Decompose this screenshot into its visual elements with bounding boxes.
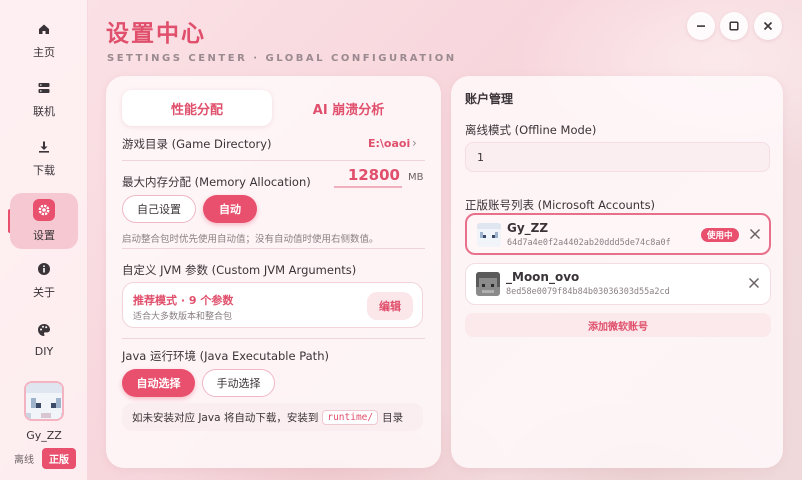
tab-ai-crash-analysis[interactable]: AI 崩溃分析 — [272, 90, 425, 126]
account-name: _Moon_ovo — [506, 270, 580, 284]
section-title: 账户管理 — [465, 92, 514, 106]
offline-name-input[interactable]: 1 — [465, 142, 770, 172]
sidebar-item-label: 下载 — [33, 164, 55, 177]
divider — [122, 338, 425, 339]
memory-input[interactable]: 12800 — [334, 166, 402, 188]
server-icon — [35, 79, 53, 97]
game-directory-label: 游戏目录 (Game Directory) — [122, 137, 272, 151]
maximize-icon — [729, 21, 739, 31]
sidebar-item-multiplayer[interactable]: 联机 — [10, 71, 78, 127]
account-item[interactable]: Gy_ZZ 64d7a4e0f2a4402ab20ddd5de74c8a0f 使… — [465, 213, 771, 255]
jvm-args-card: 推荐模式 · 9 个参数 适合大多数版本和整合包 编辑 — [122, 282, 423, 328]
remove-account-icon[interactable] — [746, 275, 762, 291]
maximize-button[interactable] — [720, 12, 748, 40]
offline-mode-label: 离线模式 (Offline Mode) — [465, 123, 597, 137]
sidebar-item-download[interactable]: 下载 — [10, 130, 78, 186]
tab-bar: 性能分配 AI 崩溃分析 — [122, 90, 425, 126]
home-icon — [35, 20, 53, 38]
remove-account-icon[interactable] — [747, 226, 763, 242]
minimize-icon — [697, 25, 705, 27]
minimize-button[interactable] — [687, 12, 715, 40]
sidebar-item-diy[interactable]: DIY — [10, 311, 78, 367]
info-icon — [35, 260, 53, 278]
tab-performance[interactable]: 性能分配 — [122, 90, 272, 126]
memory-hint: 启动整合包时优先使用自动值；没有自动值时使用右侧数值。 — [122, 234, 379, 245]
in-use-badge: 使用中 — [701, 228, 739, 242]
add-microsoft-account-button[interactable]: 添加微软账号 — [465, 313, 771, 337]
sidebar-item-label: 设置 — [33, 229, 55, 242]
gear-icon — [33, 199, 55, 221]
java-note-suffix: 目录 — [382, 411, 404, 424]
account-name: Gy_ZZ — [507, 221, 549, 235]
java-note: 如未安装对应 Java 将自动下载，安装到 runtime/ 目录 — [122, 403, 423, 431]
jvm-description: 适合大多数版本和整合包 — [133, 312, 233, 322]
sidebar-item-home[interactable]: 主页 — [10, 12, 78, 68]
account-mode-switch: 离线 正版 — [14, 448, 76, 469]
divider — [122, 248, 425, 249]
sidebar-item-label: 主页 — [33, 46, 55, 59]
account-uuid: 8ed58e0079f84b84b03036303d55a2cd — [506, 287, 670, 297]
avatar[interactable] — [24, 381, 64, 421]
memory-custom-button[interactable]: 自己设置 — [122, 195, 196, 223]
ms-accounts-label: 正版账号列表 (Microsoft Accounts) — [465, 198, 656, 212]
memory-unit: MB — [408, 172, 424, 183]
page-subtitle: SETTINGS CENTER · GLOBAL CONFIGURATION — [107, 53, 457, 64]
download-icon — [35, 138, 53, 156]
account-avatar — [476, 272, 500, 296]
game-directory-value[interactable]: E:\oaoi — [368, 137, 410, 150]
memory-label: 最大内存分配 (Memory Allocation) — [122, 175, 311, 189]
sidebar: 主页 联机 下载 设置 关于 DIY Gy_ZZ 离线 正版 — [0, 0, 88, 480]
java-manual-button[interactable]: 手动选择 — [202, 369, 275, 397]
mode-offline[interactable]: 离线 — [14, 451, 34, 466]
account-avatar — [477, 223, 501, 247]
jvm-args-label: 自定义 JVM 参数 (Custom JVM Arguments) — [122, 263, 357, 277]
sidebar-item-label: 关于 — [33, 286, 55, 299]
chevron-right-icon[interactable]: › — [412, 136, 417, 150]
divider — [122, 160, 425, 161]
account-panel: 账户管理 离线模式 (Offline Mode) 1 正版账号列表 (Micro… — [451, 76, 783, 468]
jvm-mode: 推荐模式 · 9 个参数 — [133, 294, 234, 307]
sidebar-item-about[interactable]: 关于 — [10, 252, 78, 308]
close-button[interactable] — [754, 12, 782, 40]
sidebar-item-settings[interactable]: 设置 — [10, 193, 78, 249]
memory-auto-button[interactable]: 自动 — [203, 195, 257, 223]
jvm-edit-button[interactable]: 编辑 — [367, 292, 413, 320]
page-title: 设置中心 — [106, 21, 206, 47]
mode-online[interactable]: 正版 — [42, 448, 76, 469]
java-path-label: Java 运行环境 (Java Executable Path) — [122, 349, 329, 363]
sidebar-item-label: DIY — [34, 344, 54, 358]
performance-panel: 性能分配 AI 崩溃分析 游戏目录 (Game Directory) E:\oa… — [106, 76, 441, 468]
palette-icon — [35, 321, 53, 339]
user-name: Gy_ZZ — [26, 429, 62, 442]
java-note-text: 如未安装对应 Java 将自动下载，安装到 — [132, 411, 319, 424]
runtime-path-code: runtime/ — [322, 409, 379, 425]
account-uuid: 64d7a4e0f2a4402ab20ddd5de74c8a0f — [507, 238, 671, 248]
java-auto-button[interactable]: 自动选择 — [122, 369, 195, 397]
sidebar-item-label: 联机 — [33, 105, 55, 118]
close-icon — [763, 21, 773, 31]
account-item[interactable]: _Moon_ovo 8ed58e0079f84b84b03036303d55a2… — [465, 263, 771, 305]
